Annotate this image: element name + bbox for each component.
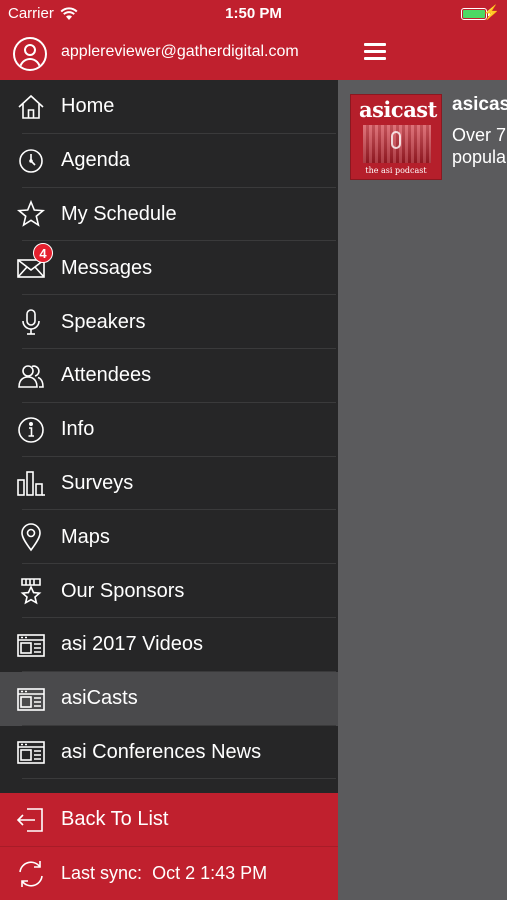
- sidebar-item-asi-conferences-news[interactable]: asi Conferences News: [0, 726, 338, 780]
- status-bar-left: Carrier: [8, 5, 78, 22]
- item-description: Over 7 popula: [452, 125, 507, 167]
- sidebar-item-speakers[interactable]: Speakers: [0, 295, 338, 349]
- drawer-footer: Back To List Last sync: Oct 2 1:43 PM: [0, 793, 338, 900]
- home-icon: [18, 94, 44, 119]
- sidebar-item-maps[interactable]: Maps: [0, 510, 338, 564]
- sidebar-item-our-sponsors[interactable]: Our Sponsors: [0, 564, 338, 618]
- bar-chart-icon: [17, 471, 45, 497]
- browser-icon: [17, 634, 45, 657]
- sidebar-menu: Home Agenda My Schedule 4 Messages Speak…: [0, 80, 338, 780]
- sidebar-item-surveys[interactable]: Surveys: [0, 457, 338, 511]
- user-email: applereviewer@gatherdigital.com: [61, 43, 299, 60]
- microphone-image-icon: [391, 131, 401, 149]
- sidebar-item-home[interactable]: Home: [0, 80, 338, 134]
- back-to-list-button[interactable]: Back To List: [0, 793, 338, 846]
- microphone-icon: [22, 309, 40, 335]
- hamburger-menu-icon[interactable]: [364, 43, 386, 60]
- messages-badge: 4: [33, 243, 53, 264]
- sidebar-item-attendees[interactable]: Attendees: [0, 349, 338, 403]
- exit-icon: [16, 807, 43, 832]
- sidebar-item-messages[interactable]: 4 Messages: [0, 241, 338, 295]
- list-item[interactable]: asicast the asi podcast asicas Over 7 po…: [350, 94, 507, 182]
- side-drawer: Carrier applereviewer@gatherdigital.com …: [0, 0, 338, 900]
- sidebar-item-asi-2017-videos[interactable]: asi 2017 Videos: [0, 618, 338, 672]
- avatar[interactable]: [13, 37, 47, 71]
- charging-bolt-icon: ⚡: [482, 4, 500, 20]
- sync-button[interactable]: Last sync: Oct 2 1:43 PM: [0, 847, 338, 900]
- sidebar-item-agenda[interactable]: Agenda: [0, 134, 338, 188]
- item-title: asicas: [452, 94, 507, 115]
- clock-icon: [19, 148, 43, 173]
- thumbnail-title: asicast: [359, 97, 437, 122]
- award-icon: [20, 578, 42, 605]
- content-pane: ⚡ asicast the asi podcast asicas Over 7 …: [338, 0, 507, 900]
- sidebar-item-asicasts[interactable]: asiCasts: [0, 671, 338, 726]
- sidebar-item-info[interactable]: Info: [0, 403, 338, 457]
- star-icon: [16, 200, 46, 228]
- wifi-icon: [60, 6, 78, 20]
- info-icon: [18, 416, 44, 443]
- last-sync-text: Last sync: Oct 2 1:43 PM: [61, 863, 268, 883]
- people-icon: [18, 365, 44, 388]
- sidebar-item-my-schedule[interactable]: My Schedule: [0, 188, 338, 242]
- podcast-thumbnail: asicast the asi podcast: [350, 94, 442, 180]
- nav-bar: ⚡: [338, 0, 507, 80]
- browser-icon: [17, 741, 45, 765]
- map-pin-icon: [21, 523, 41, 552]
- carrier-label: Carrier: [8, 5, 54, 22]
- drawer-header: Carrier applereviewer@gatherdigital.com: [0, 0, 338, 80]
- thumbnail-subtitle: the asi podcast: [365, 166, 427, 175]
- sync-icon: [19, 860, 43, 887]
- browser-icon: [17, 687, 45, 711]
